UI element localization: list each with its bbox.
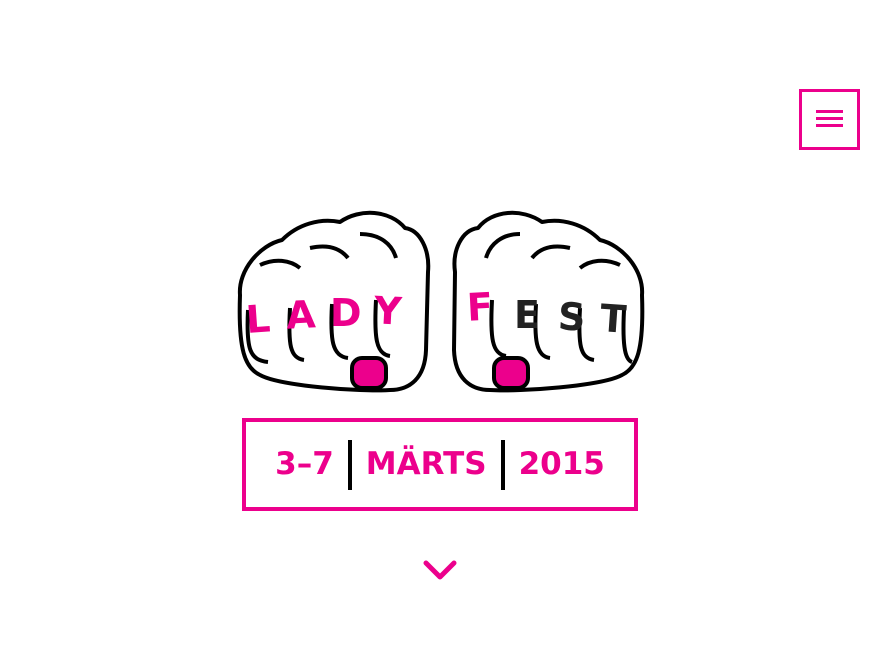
logo-letter-s: S xyxy=(557,294,587,339)
logo-letter-l: L xyxy=(244,296,271,342)
event-days: 3–7 xyxy=(275,446,334,482)
scroll-down-button[interactable] xyxy=(420,555,460,587)
event-month: MÄRTS xyxy=(365,446,487,482)
logo-letter-t: T xyxy=(599,296,628,342)
logo-letter-e: E xyxy=(514,293,540,337)
ladyfest-logo: L A D Y F E S T xyxy=(220,200,660,405)
hamburger-menu-icon xyxy=(816,110,843,127)
landing-page: L A D Y F E S T 3–7 MÄRTS 2015 xyxy=(0,0,880,660)
logo-letter-f: F xyxy=(466,284,494,329)
event-date-box: 3–7 MÄRTS 2015 xyxy=(242,418,638,511)
event-year: 2015 xyxy=(518,446,605,482)
logo-letter-y: Y xyxy=(372,288,403,333)
chevron-down-icon xyxy=(423,560,457,580)
logo-letter-d: D xyxy=(330,291,362,335)
logo-letter-a: A xyxy=(285,292,317,338)
fists-logo-image: L A D Y F E S T xyxy=(237,210,645,393)
menu-button[interactable] xyxy=(799,89,860,150)
